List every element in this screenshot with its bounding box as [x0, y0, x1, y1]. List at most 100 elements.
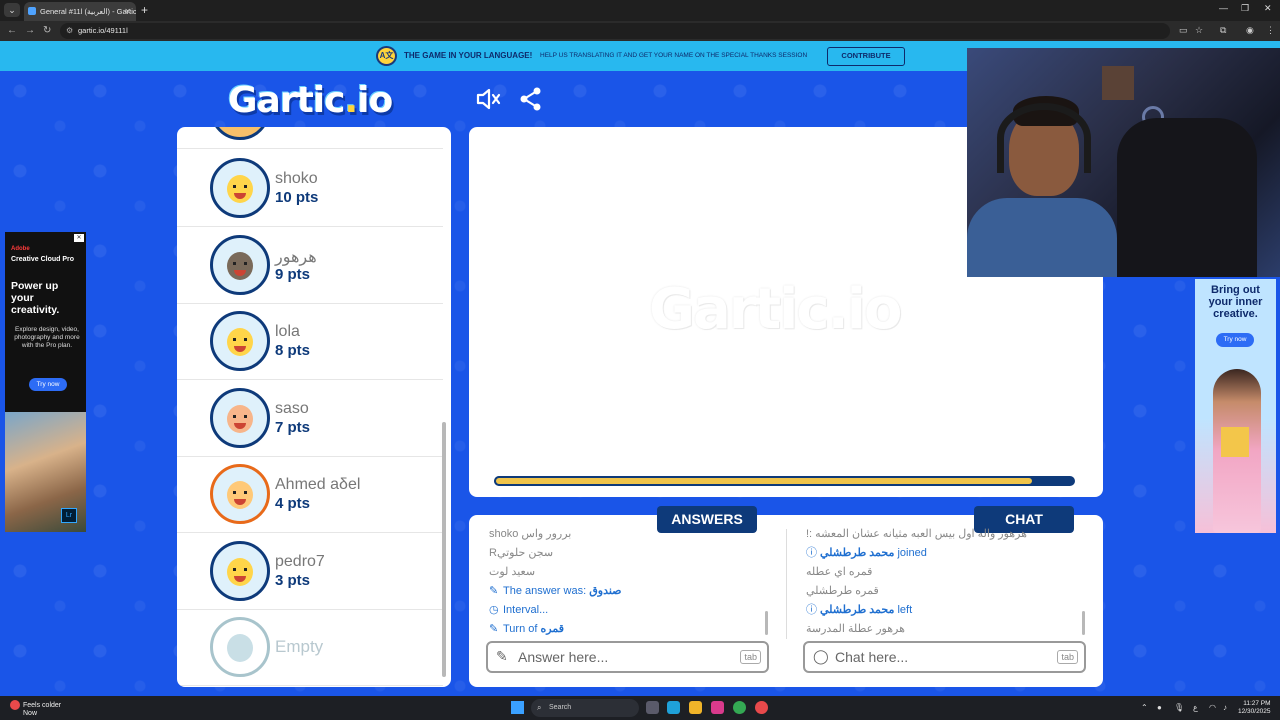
player-avatar[interactable] — [210, 540, 270, 601]
log-highlight: صندوق — [589, 585, 622, 597]
answers-scrollbar[interactable] — [765, 611, 768, 635]
weather-sub: Now — [23, 710, 38, 717]
url-text: gartic.io/49111l — [78, 26, 128, 35]
player-row[interactable]: هرهور 9 pts — [177, 227, 443, 304]
player-row[interactable]: shoko 10 pts — [177, 150, 443, 227]
gartic-logo[interactable]: Gartic.io — [228, 80, 393, 121]
ad-close-icon[interactable]: ✕ — [74, 234, 84, 242]
tab-hint: tab — [1057, 650, 1078, 664]
browser-tab[interactable]: General #11l (العربية) - Gartic.io ✕ — [24, 2, 136, 21]
log-text: هرهور عطلة المدرسة — [806, 623, 905, 635]
player-avatar[interactable] — [210, 464, 270, 524]
mic-icon[interactable]: 🎙 — [1174, 703, 1184, 712]
ad-try-now-button[interactable]: Try now — [29, 378, 67, 391]
player-avatar[interactable] — [210, 617, 270, 677]
weather-text: Feels colder — [23, 701, 62, 709]
task-view-icon[interactable] — [646, 701, 659, 714]
cast-icon[interactable]: ▭ — [1179, 25, 1188, 36]
chat-input[interactable] — [835, 648, 1050, 666]
pencil-icon: ✎ — [489, 623, 499, 635]
site-info-icon[interactable]: ⚙ — [66, 23, 73, 39]
ad-brand: Adobe — [11, 246, 30, 252]
wall-poster — [1102, 66, 1134, 100]
log-message: !: هرهور واله اول بيس العبه مثيانه عشان … — [806, 525, 1082, 544]
player-row[interactable]: lola 8 pts — [177, 303, 443, 380]
answer-field[interactable]: ✎ tab — [486, 641, 769, 673]
player-row[interactable]: Ahmed aδel 4 pts — [177, 456, 443, 533]
ad-try-now-button[interactable]: Try now — [1216, 333, 1254, 347]
back-icon[interactable]: ← — [7, 24, 17, 38]
profile-icon[interactable]: ◉ — [1246, 25, 1254, 36]
lightroom-icon: Lr — [61, 508, 77, 523]
player-points: 8 pts — [275, 342, 311, 359]
player-points: 9 pts — [275, 265, 311, 283]
file-explorer-icon[interactable] — [689, 701, 702, 714]
sound-toggle-icon[interactable] — [475, 86, 501, 112]
right-ad[interactable]: Bring out your inner creative. Try now — [1195, 279, 1276, 533]
player-avatar[interactable] — [210, 387, 270, 448]
language-icon[interactable]: ع — [1193, 703, 1198, 712]
bookmark-star-icon[interactable]: ☆ — [1195, 25, 1203, 36]
log-message: ⓘ محمد طرطشلي left — [806, 601, 1082, 620]
tray-overflow-icon[interactable]: ⌃ — [1141, 703, 1148, 712]
players-scrollbar[interactable] — [442, 422, 446, 677]
pencil-icon: ✎ — [496, 648, 508, 664]
left-ad[interactable]: ✕ Adobe Creative Cloud Pro Power up your… — [5, 232, 86, 532]
tab-close-icon[interactable]: ✕ — [124, 2, 131, 21]
browser-menu-icon[interactable]: ⋮ — [1266, 25, 1275, 36]
player-avatar[interactable] — [210, 311, 270, 371]
player-points: 3 pts — [275, 571, 311, 589]
tab-search-icon[interactable]: ⌄ — [4, 3, 20, 17]
chat-field[interactable]: ◯ tab — [803, 641, 1086, 673]
address-bar[interactable]: ⚙ gartic.io/49111l — [60, 23, 1170, 39]
share-icon[interactable] — [518, 86, 544, 112]
extensions-icon[interactable]: ⧉ — [1220, 25, 1226, 36]
instagram-icon[interactable] — [711, 701, 724, 714]
system-clock[interactable]: 11:27 PM 12/30/2025 — [1238, 700, 1271, 716]
volume-icon[interactable]: ♪ — [1223, 703, 1227, 712]
log-message: قمره اي عطله — [806, 563, 1082, 582]
ad-body: Explore design, video, photography and m… — [14, 326, 80, 349]
player-name: Ahmed aδel — [275, 476, 361, 493]
player-avatar[interactable] — [210, 158, 270, 218]
log-message: سعيد لوت — [489, 563, 769, 582]
round-timer-fill — [494, 476, 1035, 486]
player-avatar[interactable] — [210, 234, 270, 295]
log-message: shoko بررور واس — [489, 525, 769, 544]
windows-taskbar: Feels colder Now ⌕ Search ⌃ ● 🎙 ع ◠ ♪ 11… — [0, 696, 1280, 720]
avatar-eyes — [233, 338, 247, 341]
answers-log[interactable]: shoko بررور واس Rسجن حلوتي سعيد لوت ✎ The an… — [489, 525, 769, 637]
windows-start-icon[interactable] — [511, 701, 524, 714]
player-row[interactable]: saso 7 pts — [177, 380, 443, 457]
player-name: هرهور — [275, 248, 317, 266]
obs-icon[interactable] — [755, 701, 768, 714]
banner-subtext: HELP US TRANSLATING IT AND GET YOUR NAME… — [540, 52, 808, 59]
wifi-icon[interactable]: ◠ — [1209, 703, 1216, 712]
log-message: هرهور عطلة المدرسة — [806, 620, 1082, 637]
log-text: left — [897, 604, 913, 616]
player-name: saso — [275, 399, 309, 417]
restore-icon[interactable]: ❐ — [1241, 3, 1249, 14]
player-row[interactable]: pedro7 3 pts — [177, 533, 443, 610]
tray-app-icon[interactable]: ● — [1157, 703, 1162, 712]
log-message: ⓘ محمد طرطشلي joined — [806, 544, 1082, 563]
player-row[interactable]: Empty — [177, 609, 443, 686]
players-panel[interactable]: shoko 10 pts هرهور 9 pts lola 8 pts saso 7 pts A… — [177, 127, 451, 687]
reload-icon[interactable]: ↻ — [43, 24, 51, 38]
chrome-icon[interactable] — [733, 701, 746, 714]
edge-icon[interactable] — [667, 701, 680, 714]
window-close-icon[interactable]: ✕ — [1264, 3, 1272, 14]
search-icon: ⌕ — [537, 703, 542, 712]
forward-icon[interactable]: → — [25, 24, 35, 38]
minimize-icon[interactable]: — — [1219, 3, 1228, 13]
taskbar-search[interactable]: ⌕ Search — [531, 699, 639, 717]
player-name: pedro7 — [275, 552, 325, 570]
chat-scrollbar[interactable] — [1082, 611, 1085, 635]
weather-widget[interactable]: Feels colder Now — [10, 700, 61, 718]
new-tab-icon[interactable]: + — [141, 2, 148, 18]
answer-input[interactable] — [518, 648, 733, 666]
chat-log[interactable]: !: هرهور واله اول بيس العبه مثيانه عشان … — [806, 525, 1082, 637]
contribute-button[interactable]: CONTRIBUTE — [827, 47, 905, 66]
log-text: shoko بررور واس — [489, 528, 572, 540]
log-text: Rسجن حلوتي — [489, 547, 554, 559]
